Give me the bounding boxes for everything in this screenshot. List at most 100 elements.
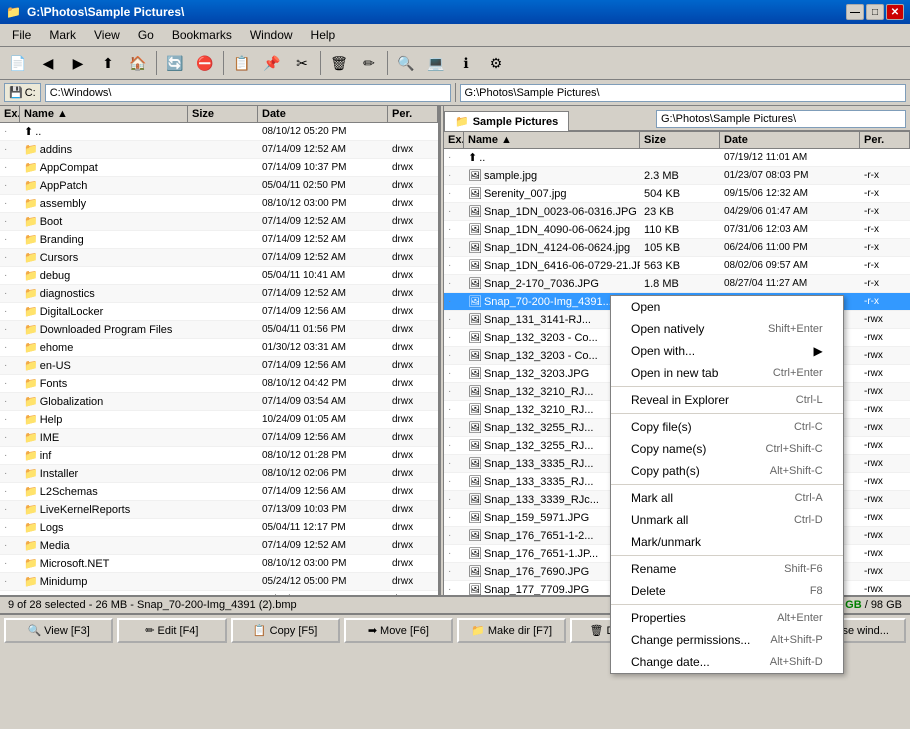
table-row[interactable]: · ⬆ .. 07/19/12 11:01 AM [444,149,910,167]
toolbar-rename-button[interactable]: ✏ [355,50,383,76]
context-menu-item-change-permissions---[interactable]: Change permissions...Alt+Shift-P [611,629,843,651]
table-row[interactable]: · 📁 IME 07/14/09 12:56 AM drwx [0,429,438,447]
context-menu-item-open-natively[interactable]: Open nativelyShift+Enter [611,318,843,340]
close-button[interactable]: ✕ [886,4,904,20]
context-menu-item-copy-name(s)[interactable]: Copy name(s)Ctrl+Shift-C [611,438,843,460]
table-row[interactable]: · 🖼 Snap_1DN_4124-06-0624.jpg 105 KB 06/… [444,239,910,257]
bottom-btn-make-dir--f7-[interactable]: 📁Make dir [F7] [457,618,566,643]
menu-item-mark[interactable]: Mark [41,26,84,44]
toolbar-settings-button[interactable]: ⚙ [482,50,510,76]
file-size [188,483,258,500]
table-row[interactable]: · 📁 AppPatch 05/04/11 02:50 PM drwx [0,177,438,195]
toolbar-back-button[interactable]: ◀ [34,50,62,76]
menu-item-view[interactable]: View [86,26,128,44]
context-menu-item-properties[interactable]: PropertiesAlt+Enter [611,607,843,629]
right-address-input[interactable] [460,84,907,102]
left-col-date[interactable]: Date [258,106,388,122]
table-row[interactable]: · 📁 L2Schemas 07/14/09 12:56 AM drwx [0,483,438,501]
left-col-perm[interactable]: Per. [388,106,438,122]
table-row[interactable]: · 🖼 Serenity_007.jpg 504 KB 09/15/06 12:… [444,185,910,203]
table-row[interactable]: · 📁 assembly 08/10/12 03:00 PM drwx [0,195,438,213]
menu-item-help[interactable]: Help [303,26,344,44]
right-col-name[interactable]: Name ▲ [464,132,640,148]
toolbar-properties-button[interactable]: ℹ [452,50,480,76]
table-row[interactable]: · 📁 Minidump 05/24/12 05:00 PM drwx [0,573,438,591]
table-row[interactable]: · 📁 Cursors 07/14/09 12:52 AM drwx [0,249,438,267]
context-menu-item-delete[interactable]: DeleteF8 [611,580,843,602]
toolbar-stop-button[interactable]: ⛔ [191,50,219,76]
table-row[interactable]: · 📁 Help 10/24/09 01:05 AM drwx [0,411,438,429]
table-row[interactable]: · 📁 en-US 07/14/09 12:56 AM drwx [0,357,438,375]
table-row[interactable]: · 📁 Installer 08/10/12 02:06 PM drwx [0,465,438,483]
table-row[interactable]: · 📁 LiveKernelReports 07/13/09 10:03 PM … [0,501,438,519]
right-col-perm[interactable]: Per. [860,132,910,148]
table-row[interactable]: · 📁 addins 07/14/09 12:52 AM drwx [0,141,438,159]
right-col-size[interactable]: Size [640,132,720,148]
context-menu-item-open-in-new-tab[interactable]: Open in new tabCtrl+Enter [611,362,843,384]
table-row[interactable]: · 📁 Logs 05/04/11 12:17 PM drwx [0,519,438,537]
file-ex: · [444,149,464,166]
table-row[interactable]: · 📁 Downloaded Program Files 05/04/11 01… [0,321,438,339]
menu-item-file[interactable]: File [4,26,39,44]
table-row[interactable]: · 🖼 Snap_1DN_6416-06-0729-21.JPG 563 KB … [444,257,910,275]
table-row[interactable]: · 📁 Microsoft.NET 08/10/12 03:00 PM drwx [0,555,438,573]
table-row[interactable]: · ⬆ .. 08/10/12 05:20 PM [0,123,438,141]
table-row[interactable]: · 📁 DigitalLocker 07/14/09 12:56 AM drwx [0,303,438,321]
left-col-ex[interactable]: Ex. [0,106,20,122]
table-row[interactable]: · 📁 Globalization 07/14/09 03:54 AM drwx [0,393,438,411]
table-row[interactable]: · 📁 ModernLogs 07/14/09 12:52 AM drwx [0,591,438,595]
toolbar-search-button[interactable]: 🔍 [392,50,420,76]
context-menu-item-open-with---[interactable]: Open with...▶ [611,340,843,362]
left-address-input[interactable] [45,84,451,102]
context-menu-item-reveal-in-explorer[interactable]: Reveal in ExplorerCtrl-L [611,389,843,411]
bottom-btn-move--f6-[interactable]: ➡Move [F6] [344,618,453,643]
right-col-date[interactable]: Date [720,132,860,148]
table-row[interactable]: · 📁 Branding 07/14/09 12:52 AM drwx [0,231,438,249]
menu-item-go[interactable]: Go [130,26,162,44]
toolbar-cut-button[interactable]: ✂ [288,50,316,76]
context-menu-item-open[interactable]: Open [611,296,843,318]
minimize-button[interactable]: — [846,4,864,20]
table-row[interactable]: · 📁 debug 05/04/11 10:41 AM drwx [0,267,438,285]
context-menu-item-mark-all[interactable]: Mark allCtrl-A [611,487,843,509]
table-row[interactable]: · 📁 Boot 07/14/09 12:52 AM drwx [0,213,438,231]
table-row[interactable]: · 📁 ehome 01/30/12 03:31 AM drwx [0,339,438,357]
context-menu-item-change-date---[interactable]: Change date...Alt+Shift-D [611,651,843,673]
ctx-item-label: Properties [631,611,686,625]
menu-item-bookmarks[interactable]: Bookmarks [164,26,240,44]
toolbar-paste-button[interactable]: 📌 [258,50,286,76]
table-row[interactable]: · 🖼 Snap_1DN_0023-06-0316.JPG 23 KB 04/2… [444,203,910,221]
toolbar-new-button[interactable]: 📄 [4,50,32,76]
table-row[interactable]: · 📁 diagnostics 07/14/09 12:52 AM drwx [0,285,438,303]
toolbar-up-button[interactable]: ⬆ [94,50,122,76]
table-row[interactable]: · 📁 AppCompat 07/14/09 10:37 PM drwx [0,159,438,177]
toolbar-home-button[interactable]: 🏠 [124,50,152,76]
table-row[interactable]: · 📁 inf 08/10/12 01:28 PM drwx [0,447,438,465]
table-row[interactable]: · 🖼 Snap_1DN_4090-06-0624.jpg 110 KB 07/… [444,221,910,239]
context-menu-item-copy-file(s)[interactable]: Copy file(s)Ctrl-C [611,416,843,438]
right-tab-address[interactable] [656,110,906,128]
table-row[interactable]: · 🖼 Snap_2-170_7036.JPG 1.8 MB 08/27/04 … [444,275,910,293]
right-panel-tab[interactable]: 📁 Sample Pictures [444,111,569,131]
toolbar-refresh-button[interactable]: 🔄 [161,50,189,76]
left-col-name[interactable]: Name ▲ [20,106,188,122]
left-file-list[interactable]: · ⬆ .. 08/10/12 05:20 PM · 📁 addins 07/1… [0,123,438,595]
table-row[interactable]: · 📁 Fonts 08/10/12 04:42 PM drwx [0,375,438,393]
table-row[interactable]: · 📁 Media 07/14/09 12:52 AM drwx [0,537,438,555]
table-row[interactable]: · 🖼 sample.jpg 2.3 MB 01/23/07 08:03 PM … [444,167,910,185]
right-col-ex[interactable]: Ex. [444,132,464,148]
toolbar-delete-button[interactable]: 🗑 [325,50,353,76]
maximize-button[interactable]: □ [866,4,884,20]
context-menu-item-mark/unmark[interactable]: Mark/unmark [611,531,843,553]
toolbar-forward-button[interactable]: ▶ [64,50,92,76]
toolbar-copy-button[interactable]: 📋 [228,50,256,76]
context-menu-item-unmark-all[interactable]: Unmark allCtrl-D [611,509,843,531]
context-menu-item-copy-path(s)[interactable]: Copy path(s)Alt+Shift-C [611,460,843,482]
bottom-btn-view--f3-[interactable]: 🔍View [F3] [4,618,113,643]
left-col-size[interactable]: Size [188,106,258,122]
toolbar-terminal-button[interactable]: 💻 [422,50,450,76]
context-menu-item-rename[interactable]: RenameShift-F6 [611,558,843,580]
bottom-btn-edit--f4-[interactable]: ✏Edit [F4] [117,618,226,643]
menu-item-window[interactable]: Window [242,26,301,44]
bottom-btn-copy--f5-[interactable]: 📋Copy [F5] [231,618,340,643]
